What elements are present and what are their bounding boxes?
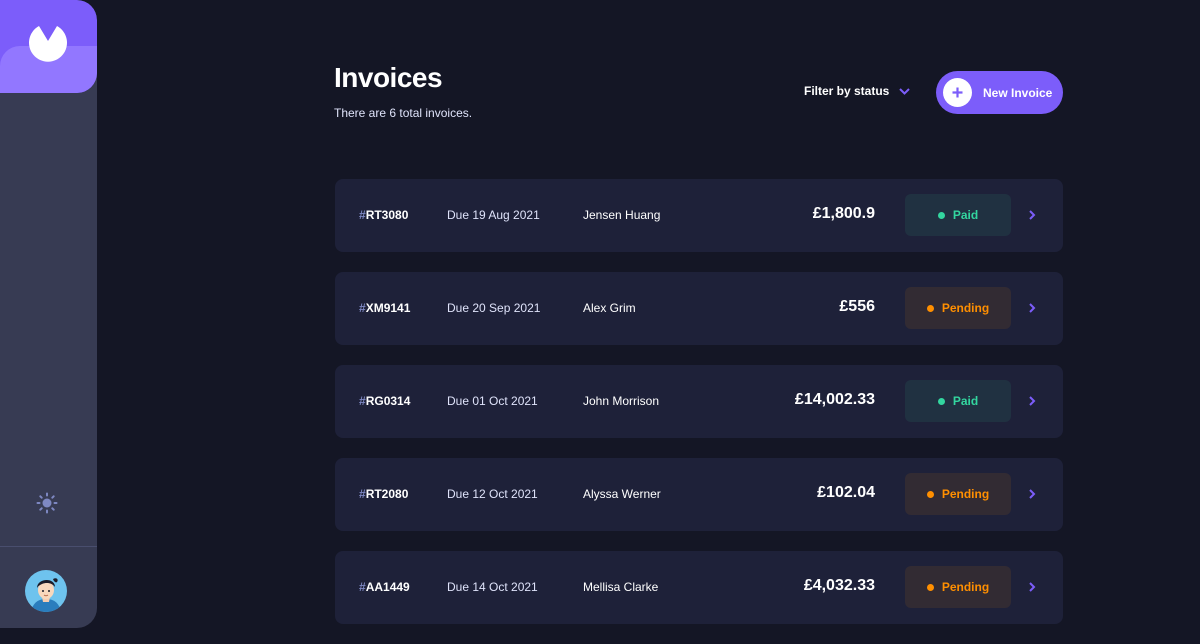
invoice-client-name: Alex Grim (583, 301, 636, 315)
chevron-right-icon[interactable] (1029, 489, 1036, 499)
filter-label: Filter by status (804, 84, 890, 98)
chevron-down-icon (899, 87, 911, 95)
invoice-due-date: Due 14 Oct 2021 (447, 580, 538, 594)
chevron-right-icon[interactable] (1029, 210, 1036, 220)
invoice-count: There are 6 total invoices. (334, 106, 473, 120)
status-dot (926, 583, 934, 591)
status-dot (926, 490, 934, 498)
invoice-row[interactable]: #RG0314 Due 01 Oct 2021 John Morrison £1… (335, 365, 1063, 438)
chevron-right-icon[interactable] (1029, 303, 1036, 313)
invoice-client-name: Alyssa Werner (583, 487, 661, 501)
invoice-due-date: Due 01 Oct 2021 (447, 394, 538, 408)
invoice-id: #RT3080 (359, 208, 409, 222)
invoice-amount: £14,002.33 (794, 391, 875, 408)
status-dot (926, 304, 934, 312)
invoice-amount: £102.04 (817, 484, 875, 501)
invoice-client-name: Mellisa Clarke (583, 580, 659, 594)
status-badge: Pending (905, 566, 1011, 608)
invoice-list: #RT3080 Due 19 Aug 2021 Jensen Huang £1,… (335, 179, 1063, 644)
invoice-id: #AA1449 (359, 580, 410, 594)
status-badge: Paid (905, 380, 1011, 422)
invoice-row[interactable]: #AA1449 Due 14 Oct 2021 Mellisa Clarke £… (335, 551, 1063, 624)
theme-toggle-button[interactable] (36, 492, 58, 514)
invoice-row[interactable]: #XM9141 Due 20 Sep 2021 Alex Grim £556 P… (335, 272, 1063, 345)
logo[interactable] (0, 0, 97, 93)
invoice-amount: £4,032.33 (803, 577, 875, 594)
invoice-due-date: Due 19 Aug 2021 (447, 208, 540, 222)
new-invoice-label: New Invoice (983, 85, 1053, 100)
sun-icon (36, 492, 58, 514)
plus-icon (952, 87, 963, 98)
invoice-row[interactable]: #RT3080 Due 19 Aug 2021 Jensen Huang £1,… (335, 179, 1063, 252)
sidebar-divider (0, 546, 97, 547)
logo-icon (29, 26, 67, 62)
invoice-client-name: Jensen Huang (583, 208, 661, 222)
invoice-id: #XM9141 (359, 301, 411, 315)
status-badge: Pending (905, 473, 1011, 515)
filter-by-status-dropdown[interactable]: Filter by status (804, 84, 911, 98)
status-dot (937, 397, 945, 405)
avatar-image (25, 570, 67, 612)
status-badge: Pending (905, 287, 1011, 329)
invoice-due-date: Due 20 Sep 2021 (447, 301, 541, 315)
avatar[interactable] (25, 570, 67, 612)
invoice-amount: £556 (839, 298, 875, 315)
page-title: Invoices (334, 62, 443, 93)
status-badge: Paid (905, 194, 1011, 236)
invoice-due-date: Due 12 Oct 2021 (447, 487, 538, 501)
status-dot (937, 211, 945, 219)
chevron-right-icon[interactable] (1029, 582, 1036, 592)
invoice-amount: £1,800.9 (812, 205, 875, 222)
plus-icon-circle (943, 78, 972, 107)
invoice-client-name: John Morrison (583, 394, 660, 408)
invoice-id: #RT2080 (359, 487, 409, 501)
new-invoice-button[interactable]: New Invoice (936, 71, 1063, 114)
sidebar (0, 0, 97, 628)
invoice-id: #RG0314 (359, 394, 411, 408)
invoice-row[interactable]: #RT2080 Due 12 Oct 2021 Alyssa Werner £1… (335, 458, 1063, 531)
chevron-right-icon[interactable] (1029, 396, 1036, 406)
